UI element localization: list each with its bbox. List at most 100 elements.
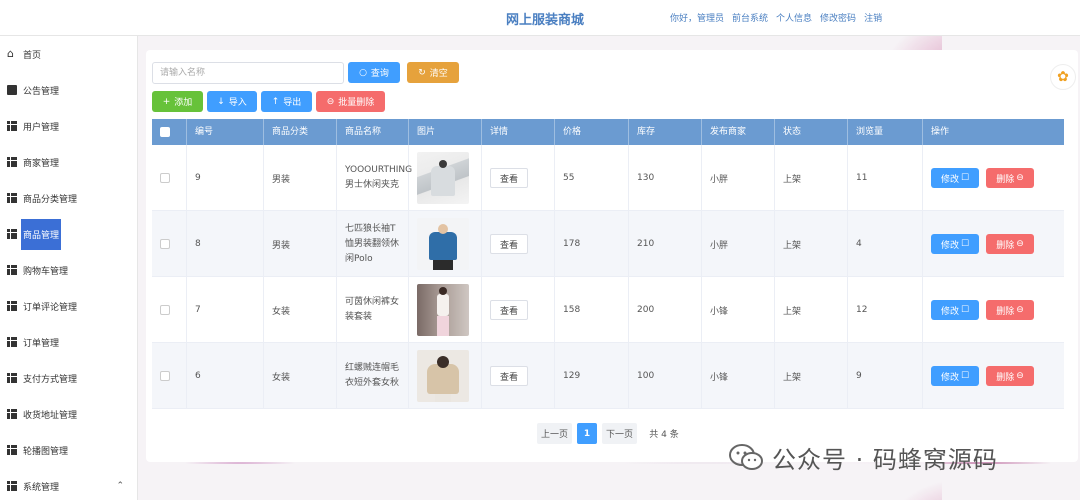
sidebar-item-orders[interactable]: 订单管理 [0,324,138,360]
sidebar-item-carousel[interactable]: 轮播图管理 [0,432,138,468]
select-all-checkbox[interactable] [160,127,170,137]
cell-name: 七匹狼长袖T恤男装翻领休闲Polo [337,211,409,277]
sidebar-item-home[interactable]: ⌂ 首页 [0,36,138,72]
cell-views: 9 [848,343,923,409]
cell-price: 55 [555,145,629,211]
change-password-link[interactable]: 修改密码 [820,11,856,24]
sidebar-item-label: 订单评论管理 [23,302,78,313]
cell-status: 上架 [775,211,848,277]
clear-button[interactable]: ↻ 清空 [407,62,459,83]
chat-icon [7,85,17,95]
sidebar-item-products[interactable]: 商品管理 [0,216,138,252]
delete-button[interactable]: 删除 ⊖ [986,234,1034,254]
cell-views: 11 [848,145,923,211]
product-image [417,350,469,402]
query-button[interactable]: ○ 查询 [348,62,400,83]
grid-icon [7,409,17,419]
view-detail-button[interactable]: 查看 [490,234,528,254]
product-image [417,152,469,204]
plus-icon: + [162,96,171,107]
header-price: 价格 [555,119,629,145]
grid-icon [7,229,17,239]
header-category: 商品分类 [264,119,337,145]
minus-circle-icon: ⊖ [1016,305,1024,315]
cell-stock: 100 [629,343,702,409]
view-detail-button[interactable]: 查看 [490,366,528,386]
product-image [417,284,469,336]
sidebar-item-merchants[interactable]: 商家管理 [0,144,138,180]
next-page-button[interactable]: 下一页 [602,423,637,444]
import-button[interactable]: ↓ 导入 [207,91,257,112]
cell-views: 4 [848,211,923,277]
grid-icon [7,301,17,311]
header-stock: 库存 [629,119,702,145]
view-detail-button[interactable]: 查看 [490,168,528,188]
delete-button[interactable]: 删除 ⊖ [986,300,1034,320]
batch-delete-button[interactable]: ⊖ 批量删除 [316,91,385,112]
edit-button[interactable]: 修改 ☐ [931,168,979,188]
sidebar-item-label: 支付方式管理 [23,374,78,385]
sidebar-item-order-comments[interactable]: 订单评论管理 [0,288,138,324]
edit-icon: ☐ [960,371,970,381]
cell-status: 上架 [775,343,848,409]
cell-id: 9 [187,145,264,211]
sidebar-item-addresses[interactable]: 收货地址管理 [0,396,138,432]
grid-icon [7,373,17,383]
sidebar-item-label: 系统管理 [23,482,60,493]
edit-button[interactable]: 修改 ☐ [931,366,979,386]
cell-category: 男装 [264,211,337,277]
cell-category: 男装 [264,145,337,211]
header-detail: 详情 [482,119,555,145]
cell-stock: 130 [629,145,702,211]
minus-circle-icon: ⊖ [326,96,335,107]
search-icon: ○ [359,67,367,78]
top-bar: 网上服装商城 你好，管理员 前台系统 个人信息 修改密码 注销 [0,0,1080,36]
add-button[interactable]: + 添加 [152,91,203,112]
delete-button[interactable]: 删除 ⊖ [986,168,1034,188]
prev-page-button[interactable]: 上一页 [537,423,572,444]
table-row: 7 女装 可茵休闲裤女装套装 查看 158 200 小锋 上架 12 修改 ☐ 删… [152,277,1064,343]
cell-category: 女装 [264,277,337,343]
grid-icon [7,445,17,455]
cell-name: 可茵休闲裤女装套装 [337,277,409,343]
row-checkbox[interactable] [160,239,170,249]
view-detail-button[interactable]: 查看 [490,300,528,320]
profile-link[interactable]: 个人信息 [776,11,812,24]
cell-price: 178 [555,211,629,277]
sidebar-item-categories[interactable]: 商品分类管理 [0,180,138,216]
sidebar-item-users[interactable]: 用户管理 [0,108,138,144]
cell-merchant: 小锋 [702,277,775,343]
sidebar-item-system[interactable]: 系统管理 ⌃ [0,468,138,500]
sidebar-item-label: 商品分类管理 [23,194,78,205]
header-image: 图片 [409,119,482,145]
select-all-cell [152,119,187,145]
page-1-button[interactable]: 1 [577,423,597,444]
search-input[interactable] [152,62,344,84]
sidebar-item-label: 商家管理 [23,158,60,169]
sidebar-item-label: 购物车管理 [23,266,69,277]
table-row: 9 男装 YOOOURTHING男士休闲夹克 查看 55 130 小胖 上架 1… [152,145,1064,211]
grid-icon [7,193,17,203]
sidebar-item-cart[interactable]: 购物车管理 [0,252,138,288]
settings-float-button[interactable]: ✿ [1050,64,1076,90]
cell-category: 女装 [264,343,337,409]
edit-button[interactable]: 修改 ☐ [931,234,979,254]
grid-icon [7,265,17,275]
sidebar-item-payment[interactable]: 支付方式管理 [0,360,138,396]
grid-icon [7,121,17,131]
row-checkbox[interactable] [160,173,170,183]
sidebar-item-label: 用户管理 [23,122,60,133]
edit-button[interactable]: 修改 ☐ [931,300,979,320]
frontend-link[interactable]: 前台系统 [732,11,768,24]
sidebar-item-label: 首页 [23,50,42,61]
delete-button[interactable]: 删除 ⊖ [986,366,1034,386]
row-checkbox[interactable] [160,371,170,381]
export-button[interactable]: ↑ 导出 [261,91,312,112]
row-checkbox[interactable] [160,305,170,315]
cell-merchant: 小胖 [702,211,775,277]
cell-price: 158 [555,277,629,343]
grid-icon [7,157,17,167]
home-icon: ⌂ [7,47,14,60]
logout-link[interactable]: 注销 [864,11,882,24]
sidebar-item-notice[interactable]: 公告管理 [0,72,138,108]
